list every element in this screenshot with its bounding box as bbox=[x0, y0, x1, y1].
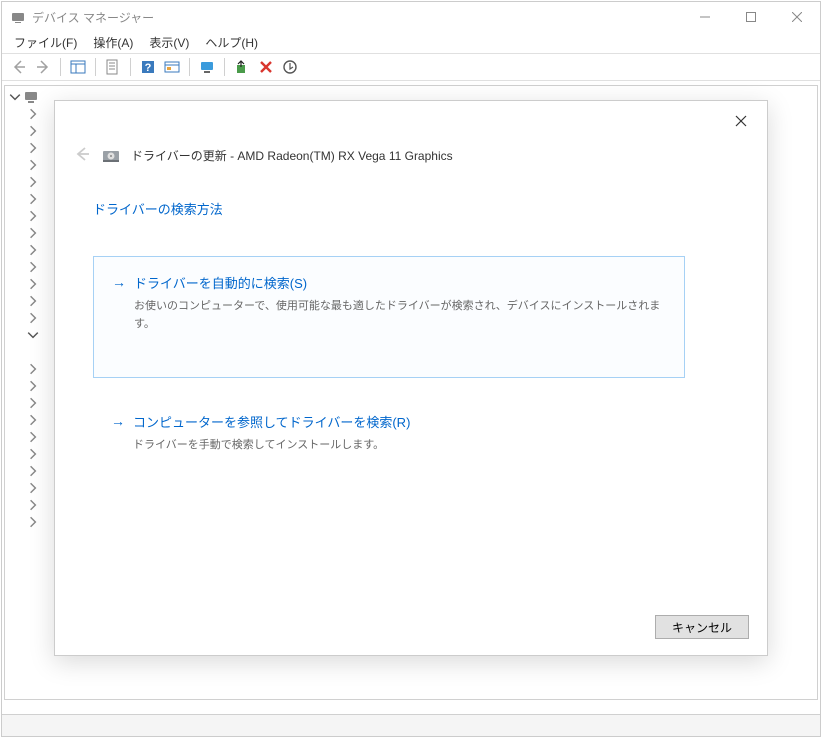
toolbar: ? bbox=[2, 53, 820, 81]
collapse-icon[interactable] bbox=[27, 278, 39, 290]
forward-button[interactable] bbox=[32, 56, 54, 78]
expand-icon[interactable] bbox=[9, 91, 21, 103]
properties-button[interactable] bbox=[102, 56, 124, 78]
help-button[interactable]: ? bbox=[137, 56, 159, 78]
arrow-right-icon: → bbox=[112, 274, 126, 290]
auto-search-option[interactable]: → ドライバーを自動的に検索(S) お使いのコンピューターで、使用可能な最も適し… bbox=[93, 256, 685, 378]
browse-computer-option[interactable]: → コンピューターを参照してドライバーを検索(R) ドライバーを手動で検索してイ… bbox=[93, 396, 685, 477]
menu-file[interactable]: ファイル(F) bbox=[6, 32, 85, 53]
dialog-footer: キャンセル bbox=[655, 615, 749, 639]
drive-icon bbox=[101, 146, 121, 166]
show-hide-tree-button[interactable] bbox=[67, 56, 89, 78]
expand-icon[interactable] bbox=[27, 329, 39, 341]
menu-action[interactable]: 操作(A) bbox=[85, 32, 141, 53]
collapse-icon[interactable] bbox=[27, 210, 39, 222]
collapse-icon[interactable] bbox=[27, 414, 39, 426]
collapse-icon[interactable] bbox=[27, 397, 39, 409]
collapse-icon[interactable] bbox=[27, 312, 39, 324]
svg-text:?: ? bbox=[145, 62, 152, 74]
collapse-icon[interactable] bbox=[27, 261, 39, 273]
option-description: ドライバーを手動で検索してインストールします。 bbox=[133, 437, 667, 455]
computer-icon bbox=[23, 89, 39, 105]
menu-help[interactable]: ヘルプ(H) bbox=[197, 32, 266, 53]
disable-device-button[interactable] bbox=[279, 56, 301, 78]
collapse-icon[interactable] bbox=[27, 465, 39, 477]
minimize-button[interactable] bbox=[682, 2, 728, 32]
collapse-icon[interactable] bbox=[27, 159, 39, 171]
collapse-icon[interactable] bbox=[27, 125, 39, 137]
collapse-icon[interactable] bbox=[27, 193, 39, 205]
option-title: コンピューターを参照してドライバーを検索(R) bbox=[133, 412, 410, 431]
collapse-icon[interactable] bbox=[27, 176, 39, 188]
collapse-icon[interactable] bbox=[27, 108, 39, 120]
app-icon bbox=[10, 9, 26, 25]
statusbar bbox=[2, 714, 820, 736]
collapse-icon[interactable] bbox=[27, 295, 39, 307]
toolbar-separator bbox=[189, 58, 190, 76]
collapse-icon[interactable] bbox=[27, 227, 39, 239]
device-manager-window: デバイス マネージャー ファイル(F) 操作(A) 表示(V) ヘルプ(H) bbox=[1, 1, 821, 737]
dialog-heading: ドライバーの検索方法 bbox=[93, 199, 223, 218]
collapse-icon[interactable] bbox=[27, 482, 39, 494]
maximize-button[interactable] bbox=[728, 2, 774, 32]
toolbar-separator bbox=[130, 58, 131, 76]
collapse-icon[interactable] bbox=[27, 380, 39, 392]
dialog-close-button[interactable] bbox=[725, 109, 757, 133]
action-button[interactable] bbox=[161, 56, 183, 78]
update-driver-button[interactable] bbox=[231, 56, 253, 78]
dialog-header: ドライバーの更新 - AMD Radeon(TM) RX Vega 11 Gra… bbox=[73, 145, 453, 166]
toolbar-separator bbox=[60, 58, 61, 76]
back-arrow-icon bbox=[73, 145, 91, 166]
option-description: お使いのコンピューターで、使用可能な最も適したドライバーが検索され、デバイスにイ… bbox=[134, 298, 666, 333]
uninstall-device-button[interactable] bbox=[255, 56, 277, 78]
dialog-title: ドライバーの更新 - AMD Radeon(TM) RX Vega 11 Gra… bbox=[131, 147, 453, 164]
menu-view[interactable]: 表示(V) bbox=[141, 32, 197, 53]
option-title: ドライバーを自動的に検索(S) bbox=[134, 273, 307, 292]
collapse-icon[interactable] bbox=[27, 516, 39, 528]
collapse-icon[interactable] bbox=[27, 142, 39, 154]
close-button[interactable] bbox=[774, 2, 820, 32]
collapse-icon[interactable] bbox=[27, 363, 39, 375]
toolbar-separator bbox=[224, 58, 225, 76]
menubar: ファイル(F) 操作(A) 表示(V) ヘルプ(H) bbox=[2, 32, 820, 53]
titlebar: デバイス マネージャー bbox=[2, 2, 820, 32]
scan-hardware-button[interactable] bbox=[196, 56, 218, 78]
window-controls bbox=[682, 2, 820, 32]
back-button[interactable] bbox=[8, 56, 30, 78]
driver-update-dialog: ドライバーの更新 - AMD Radeon(TM) RX Vega 11 Gra… bbox=[54, 100, 768, 656]
toolbar-separator bbox=[95, 58, 96, 76]
collapse-icon[interactable] bbox=[27, 499, 39, 511]
window-title: デバイス マネージャー bbox=[32, 9, 682, 26]
collapse-icon[interactable] bbox=[27, 448, 39, 460]
collapse-icon[interactable] bbox=[27, 244, 39, 256]
arrow-right-icon: → bbox=[111, 413, 125, 429]
collapse-icon[interactable] bbox=[27, 431, 39, 443]
cancel-button[interactable]: キャンセル bbox=[655, 615, 749, 639]
